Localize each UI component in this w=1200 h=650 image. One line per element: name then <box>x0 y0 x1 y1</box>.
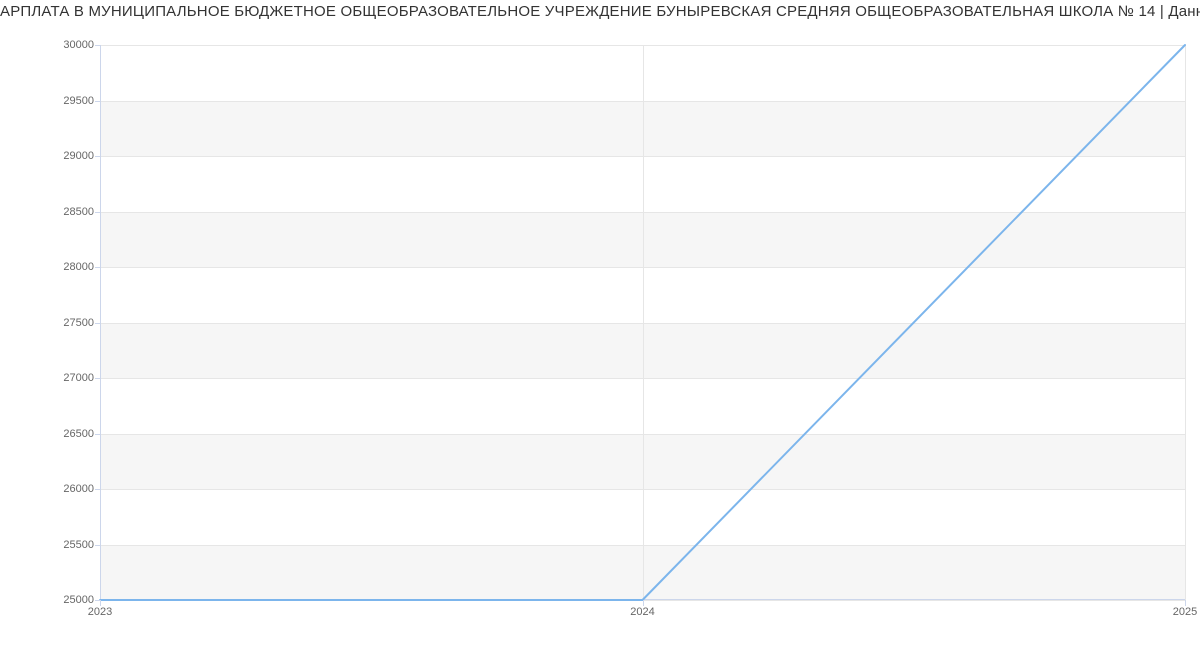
y-tick <box>95 267 100 268</box>
y-tick <box>95 101 100 102</box>
y-tick <box>95 489 100 490</box>
x-tick-label: 2023 <box>88 606 112 618</box>
y-tick <box>95 212 100 213</box>
y-tick <box>95 45 100 46</box>
x-tick-label: 2024 <box>630 606 654 618</box>
plot-area <box>100 45 1185 600</box>
x-tick <box>643 600 644 606</box>
y-tick-label: 29000 <box>14 150 94 162</box>
y-tick <box>95 156 100 157</box>
y-tick <box>95 545 100 546</box>
y-tick-label: 25000 <box>14 594 94 606</box>
y-tick-label: 28000 <box>14 261 94 273</box>
y-tick-label: 29500 <box>14 95 94 107</box>
x-tick-label: 2025 <box>1173 606 1197 618</box>
y-tick-label: 27000 <box>14 372 94 384</box>
y-tick-label: 28500 <box>14 206 94 218</box>
data-line <box>100 45 1185 600</box>
y-tick-label: 26000 <box>14 483 94 495</box>
y-tick <box>95 323 100 324</box>
x-grid-line <box>1185 45 1186 600</box>
x-tick <box>100 600 101 606</box>
x-tick <box>1185 600 1186 606</box>
chart-title: АРПЛАТА В МУНИЦИПАЛЬНОЕ БЮДЖЕТНОЕ ОБЩЕОБ… <box>0 3 1200 20</box>
y-tick-label: 26500 <box>14 428 94 440</box>
y-tick-label: 30000 <box>14 39 94 51</box>
y-tick <box>95 434 100 435</box>
y-tick-label: 27500 <box>14 317 94 329</box>
y-tick <box>95 378 100 379</box>
y-tick-label: 25500 <box>14 539 94 551</box>
